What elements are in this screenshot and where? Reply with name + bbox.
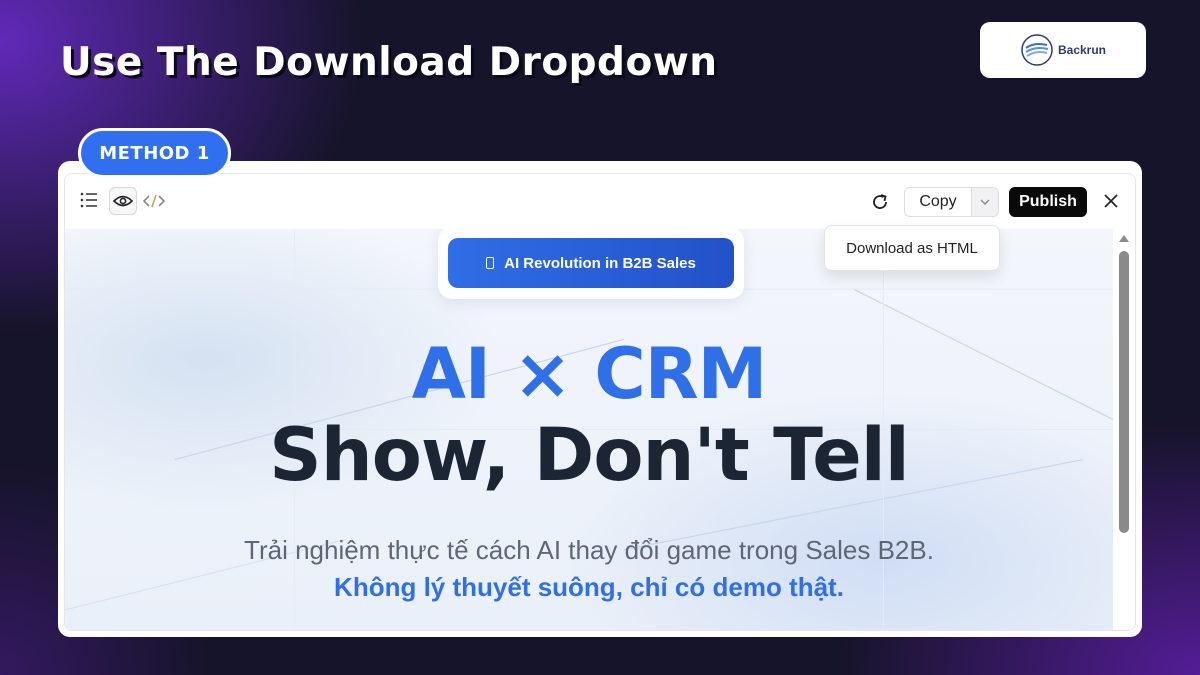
brand-logo: Backrun	[980, 22, 1146, 78]
scroll-up-icon[interactable]	[1119, 235, 1129, 242]
editor-panel: Copy Publish AI Revolution in B2B Sales …	[58, 161, 1142, 637]
code-icon[interactable]	[141, 188, 167, 214]
backrun-logo-icon	[1021, 34, 1053, 66]
copy-button[interactable]: Copy	[905, 188, 971, 216]
chevron-down-icon	[980, 199, 990, 205]
list-icon[interactable]	[77, 188, 101, 212]
preview-toggle-button[interactable]	[109, 187, 137, 215]
preview-scrollbar[interactable]	[1113, 229, 1135, 630]
download-as-html-item[interactable]: Download as HTML	[846, 240, 978, 257]
editor-frame: Copy Publish AI Revolution in B2B Sales …	[64, 173, 1136, 631]
hero-subtitle: Show, Don't Tell	[269, 413, 910, 498]
download-dropdown-toggle[interactable]	[971, 188, 998, 216]
hero-badge-label: AI Revolution in B2B Sales	[504, 254, 696, 272]
headline: Use The Download Dropdown	[60, 40, 718, 85]
brand-name: Backrun	[1057, 43, 1107, 57]
refresh-icon[interactable]	[867, 189, 893, 215]
eye-icon	[113, 195, 133, 207]
toolbar: Copy Publish	[65, 174, 1135, 229]
hero-title: AI × CRM	[411, 333, 768, 415]
hero-description: Trải nghiệm thực tế cách AI thay đổi gam…	[244, 535, 934, 565]
hero-description-highlight: Không lý thuyết suông, chỉ có demo thật.	[334, 572, 844, 602]
download-dropdown-menu: Download as HTML	[824, 225, 1000, 271]
close-icon[interactable]	[1099, 189, 1123, 213]
scrollbar-thumb[interactable]	[1119, 251, 1129, 533]
copy-split-button: Copy	[904, 187, 999, 217]
hero-badge-container: AI Revolution in B2B Sales	[438, 229, 744, 299]
hero-badge: AI Revolution in B2B Sales	[448, 238, 734, 288]
publish-button[interactable]: Publish	[1009, 187, 1087, 217]
phone-icon	[486, 257, 495, 269]
page-preview: AI Revolution in B2B Sales AI × CRM Show…	[65, 229, 1113, 630]
method-badge: METHOD 1	[78, 128, 231, 178]
